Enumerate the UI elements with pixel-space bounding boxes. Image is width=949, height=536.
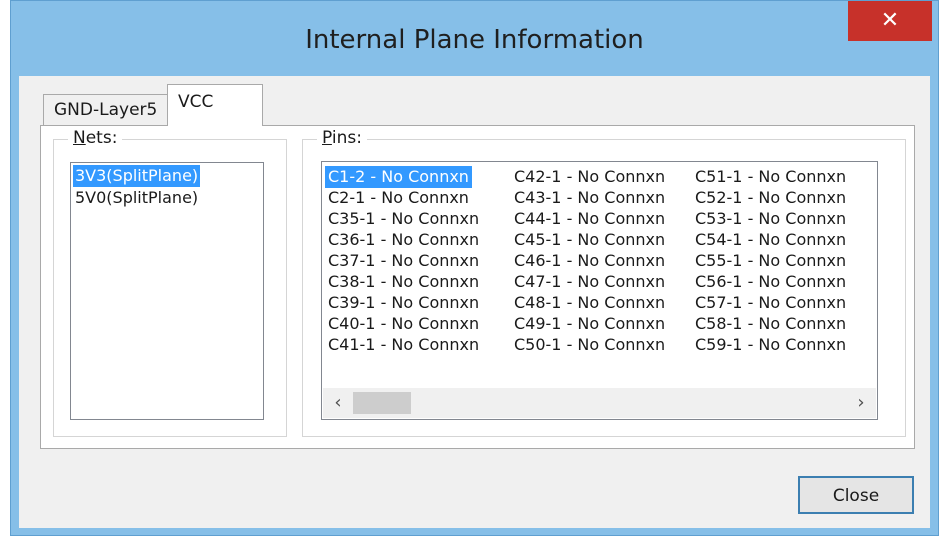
pin-item[interactable]: C56-1 - No Connxn [692,271,849,293]
net-item-3v3[interactable]: 3V3(SplitPlane) [71,164,202,188]
scroll-thumb[interactable] [353,392,411,414]
close-icon[interactable]: ✕ [848,1,932,41]
dialog-window: Internal Plane Information ✕ GND-Layer5 … [10,0,939,536]
window-title: Internal Plane Information [305,25,644,55]
pin-item[interactable]: C46-1 - No Connxn [511,250,668,272]
pin-item[interactable]: C47-1 - No Connxn [511,271,668,293]
scroll-left-icon[interactable]: ‹ [323,388,353,418]
pins-label-rest: ins: [331,128,362,148]
pin-item[interactable]: C40-1 - No Connxn [325,313,482,335]
pin-item[interactable]: C36-1 - No Connxn [325,229,482,251]
pin-item[interactable]: C43-1 - No Connxn [511,187,668,209]
pin-item[interactable]: C58-1 - No Connxn [692,313,849,335]
tab-vcc[interactable]: VCC [167,84,263,126]
pin-item[interactable]: C44-1 - No Connxn [511,208,668,230]
pin-item[interactable]: C49-1 - No Connxn [511,313,668,335]
pin-item[interactable]: C41-1 - No Connxn [325,334,482,356]
pin-item[interactable]: C59-1 - No Connxn [692,334,849,356]
nets-label-accel: N [73,128,86,148]
scroll-right-icon[interactable]: › [846,388,876,418]
pins-label: Pins: [317,128,367,148]
nets-label-rest: ets: [85,128,118,148]
pin-item[interactable]: C53-1 - No Connxn [692,208,849,230]
pin-item[interactable]: C45-1 - No Connxn [511,229,668,251]
pin-item[interactable]: C39-1 - No Connxn [325,292,482,314]
pin-item[interactable]: C51-1 - No Connxn [692,166,849,188]
pins-list[interactable]: C1-2 - No Connxn C2-1 - No Connxn C35-1 - … [321,161,878,420]
dialog-client-area: GND-Layer5 VCC Nets: 3V3(SplitPlane) 5V0… [19,76,930,528]
pins-label-accel: P [322,128,332,148]
tab-panel-vcc: Nets: 3V3(SplitPlane) 5V0(SplitPlane) Pi… [40,125,915,449]
title-bar[interactable]: Internal Plane Information ✕ [11,1,938,76]
pin-item[interactable]: C55-1 - No Connxn [692,250,849,272]
pin-item[interactable]: C1-2 - No Connxn [325,166,472,188]
nets-list[interactable]: 3V3(SplitPlane) 5V0(SplitPlane) [70,162,264,420]
pin-item[interactable]: C37-1 - No Connxn [325,250,482,272]
pin-item[interactable]: C57-1 - No Connxn [692,292,849,314]
pin-item[interactable]: C48-1 - No Connxn [511,292,668,314]
pin-item[interactable]: C54-1 - No Connxn [692,229,849,251]
net-item-5v0[interactable]: 5V0(SplitPlane) [73,187,200,209]
pin-item[interactable]: C42-1 - No Connxn [511,166,668,188]
close-button[interactable]: Close [798,476,914,514]
tab-gnd-layer5[interactable]: GND-Layer5 [43,94,169,125]
nets-group: Nets: 3V3(SplitPlane) 5V0(SplitPlane) [53,128,287,437]
pin-item[interactable]: C38-1 - No Connxn [325,271,482,293]
pin-item[interactable]: C50-1 - No Connxn [511,334,668,356]
pin-item[interactable]: C2-1 - No Connxn [325,187,472,209]
pin-item[interactable]: C35-1 - No Connxn [325,208,482,230]
horizontal-scrollbar[interactable]: ‹ › [323,388,876,418]
pins-group: Pins: C1-2 - No Connxn C2-1 - No Connxn C3… [302,128,906,437]
pin-item[interactable]: C52-1 - No Connxn [692,187,849,209]
nets-label: Nets: [68,128,123,148]
